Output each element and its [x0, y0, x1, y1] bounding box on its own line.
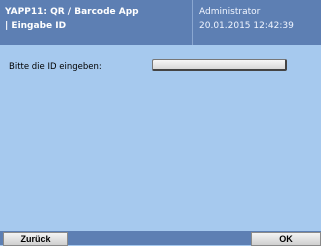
- date-time: 20.01.2015 12:42:39: [199, 21, 294, 31]
- footer-bar: Zurück OK: [0, 231, 321, 246]
- header-divider: [192, 0, 193, 45]
- screen-subtitle: | Eingabe ID: [5, 21, 67, 31]
- user-name: Administrator: [199, 7, 261, 17]
- back-button[interactable]: Zurück: [3, 232, 68, 246]
- title-block: YAPP11: QR / Barcode App | Eingabe ID: [5, 5, 139, 33]
- user-info: Administrator 20.01.2015 12:42:39: [199, 5, 294, 33]
- ok-button[interactable]: OK: [251, 232, 321, 246]
- header-bar: YAPP11: QR / Barcode App | Eingabe ID Ad…: [0, 0, 321, 45]
- id-label: Bitte die ID eingeben:: [9, 62, 102, 72]
- id-input[interactable]: [152, 59, 287, 71]
- app-title: YAPP11: QR / Barcode App: [5, 7, 139, 17]
- main-content: Bitte die ID eingeben:: [0, 45, 321, 231]
